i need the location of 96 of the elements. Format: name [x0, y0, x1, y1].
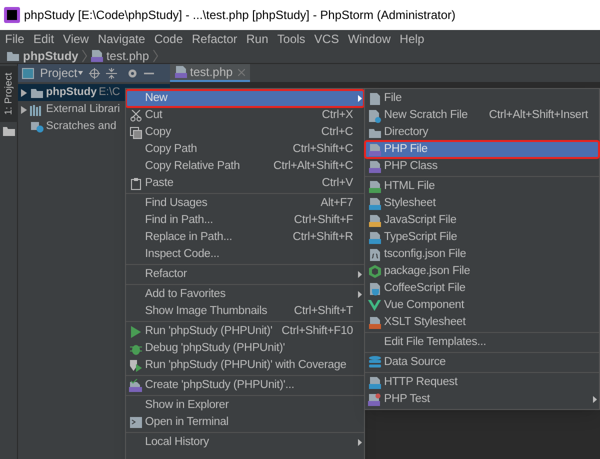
menu-item[interactable]: Directory [365, 124, 599, 141]
window-title: phpStudy [E:\Code\phpStudy] - ...\test.php [phpStudy] - PhpStorm (Administrator) [24, 7, 456, 24]
menu-item[interactable]: HTTP Request [365, 374, 599, 391]
scissors-icon [130, 110, 142, 122]
menu-item[interactable]: Show in Explorer [126, 397, 364, 414]
menu-item[interactable]: New [126, 90, 364, 107]
api-file-icon [368, 376, 380, 390]
php-file-icon [368, 142, 380, 156]
breadcrumb[interactable]: test.php [91, 46, 150, 64]
collapse-icon [106, 68, 118, 78]
database-icon [368, 356, 380, 369]
target-icon [89, 68, 100, 78]
menu-item[interactable]: Run 'phpStudy (PHPUnit)' with Coverage [126, 357, 364, 374]
coffee-file-icon [368, 282, 380, 296]
menu-item[interactable]: Inspect Code... [126, 246, 364, 263]
menu-item[interactable]: Stylesheet [365, 195, 599, 212]
menu-item[interactable]: File [5, 30, 24, 48]
bug-icon [130, 342, 142, 354]
ts-file-icon [368, 230, 380, 244]
breadcrumb[interactable]: phpStudy [6, 46, 78, 64]
menu-item[interactable]: HTML File [365, 178, 599, 195]
php-file-icon [91, 48, 104, 62]
side-tab[interactable]: 1: Project [0, 66, 18, 122]
menu-item[interactable]: Window [348, 30, 391, 48]
menu-item[interactable]: Edit [33, 30, 54, 48]
menu-item[interactable]: Local History [126, 434, 364, 451]
caret-icon [78, 71, 84, 75]
xslt-file-icon [368, 316, 380, 330]
menu-item[interactable]: Create 'phpStudy (PHPUnit)'... [126, 377, 364, 394]
menu-item[interactable]: PHP File [365, 141, 599, 158]
view-dropdown[interactable]: Project [40, 64, 84, 82]
shield-play-icon [129, 359, 142, 372]
menu-item[interactable]: Copy Path Ctrl+Shift+C [126, 141, 364, 158]
menu-item[interactable]: File [365, 90, 599, 107]
folder-icon [30, 86, 44, 98]
menu-item[interactable]: Vue Component [365, 297, 599, 314]
vue-logo-icon [368, 300, 381, 311]
terminal-icon [130, 417, 142, 428]
file-icon [368, 92, 380, 106]
menu-item[interactable]: tsconfig.json File [365, 246, 599, 263]
scratch-file-icon [368, 108, 381, 122]
menu-item[interactable]: VCS [314, 30, 339, 48]
menu-item[interactable]: Run [246, 30, 268, 48]
chevron-icon [82, 48, 88, 62]
panel-icon [22, 68, 34, 78]
menu-item[interactable]: Copy Relative Path Ctrl+Alt+Shift+C [126, 158, 364, 175]
menu-item[interactable]: JavaScript File [365, 212, 599, 229]
php-file-icon [368, 160, 380, 174]
menu-item[interactable]: Run 'phpStudy (PHPUnit)' Ctrl+Shift+F10 [126, 323, 364, 340]
hexagon-icon [368, 265, 380, 278]
chevron-icon [153, 48, 158, 62]
json-file-icon [368, 248, 380, 262]
menu-item[interactable]: Cut Ctrl+X [126, 107, 364, 124]
js-file-icon [368, 214, 380, 228]
scratch-icon [30, 120, 44, 132]
clipboard-icon [130, 178, 140, 190]
php-file-icon [175, 65, 187, 79]
menu-item[interactable]: Data Source [365, 354, 599, 371]
library-icon [30, 104, 44, 116]
menu-item[interactable]: Edit File Templates... [365, 334, 599, 351]
settings-icon [127, 68, 138, 78]
php-file-icon [129, 379, 142, 392]
menu-item[interactable]: Find in Path... Ctrl+Shift+F [126, 212, 364, 229]
html-file-icon [368, 180, 380, 194]
menu-item[interactable]: Tools [277, 30, 306, 48]
folder-icon [6, 50, 20, 62]
menu-item[interactable]: PHP Test [365, 391, 599, 408]
editor-tab[interactable]: test.php [170, 64, 250, 82]
menu-item[interactable]: Refactor [126, 266, 364, 283]
folder-icon [368, 126, 382, 138]
menu-item[interactable]: Paste Ctrl+V [126, 175, 364, 192]
menu-item[interactable]: View [63, 30, 89, 48]
menu-item[interactable]: Copy Ctrl+C [126, 124, 364, 141]
css-file-icon [368, 196, 380, 210]
php-test-icon [368, 392, 381, 406]
menu-item[interactable]: PHP Class [365, 158, 599, 175]
menu-item[interactable]: Find Usages Alt+F7 [126, 195, 364, 212]
app-logo-icon [4, 7, 20, 23]
menu-item[interactable]: package.json File [365, 263, 599, 280]
play-icon [130, 326, 142, 338]
menu-item[interactable]: Debug 'phpStudy (PHPUnit)' [126, 340, 364, 357]
menu-item[interactable]: Help [400, 30, 424, 48]
menu-item[interactable]: XSLT Stylesheet [365, 314, 599, 331]
menu-item[interactable]: Code [154, 30, 183, 48]
menu-item[interactable]: New Scratch File Ctrl+Alt+Shift+Insert [365, 107, 599, 124]
folder-icon [2, 126, 14, 136]
menu-item[interactable]: Show Image Thumbnails Ctrl+Shift+T [126, 303, 364, 320]
close-icon [238, 68, 245, 76]
menu-item[interactable]: Add to Favorites [126, 286, 364, 303]
menu-item[interactable]: Navigate [98, 30, 146, 48]
menu-item[interactable]: CoffeeScript File [365, 280, 599, 297]
menu-item[interactable]: Open in Terminal [126, 414, 364, 431]
menu-item[interactable]: TypeScript File [365, 229, 599, 246]
copy-icon [130, 126, 142, 138]
menu-item[interactable]: Replace in Path... Ctrl+Shift+R [126, 229, 364, 246]
menu-item[interactable]: Refactor [192, 30, 238, 48]
